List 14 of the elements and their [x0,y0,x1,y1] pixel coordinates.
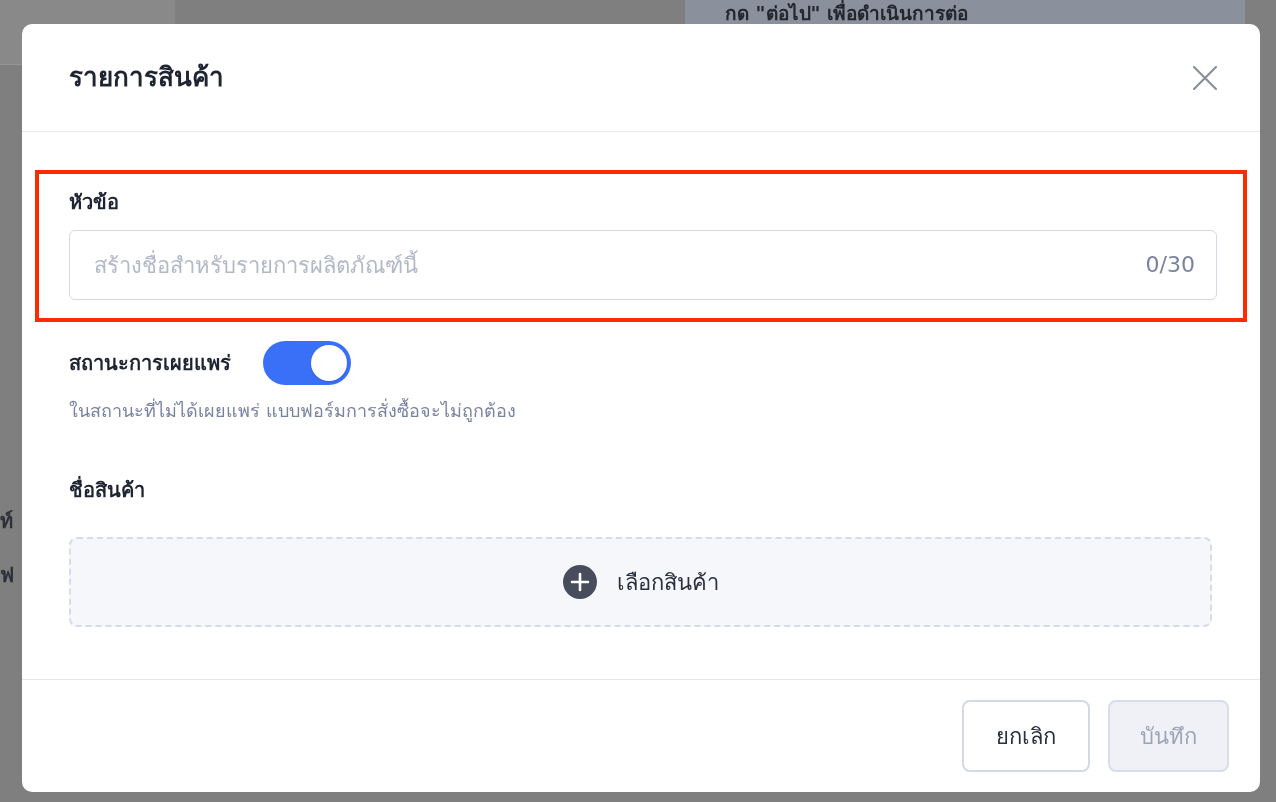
select-product-button[interactable]: เลือกสินค้า [69,537,1212,627]
background-text: ท์ [0,508,13,535]
cancel-button[interactable]: ยกเลิก [962,700,1090,772]
close-icon [1193,65,1217,90]
hint-text: ในสถานะที่ไม่ได้เผยแพร่ แบบฟอร์มการสั่งซื้อจะไม่ถูกต้อง [69,398,516,424]
character-counter: 0/30 [1145,251,1195,279]
field-label: สถานะการเผยแพร่ [69,350,231,377]
background-text: ฟ [0,562,14,589]
dialog-title: รายการสินค้า [69,61,224,94]
field-label: ชื่อสินค้า [69,476,145,504]
plus-icon [562,565,597,599]
publish-toggle[interactable] [263,341,351,385]
field-label: หัวข้อ [69,189,119,216]
close-button[interactable] [1193,65,1217,90]
